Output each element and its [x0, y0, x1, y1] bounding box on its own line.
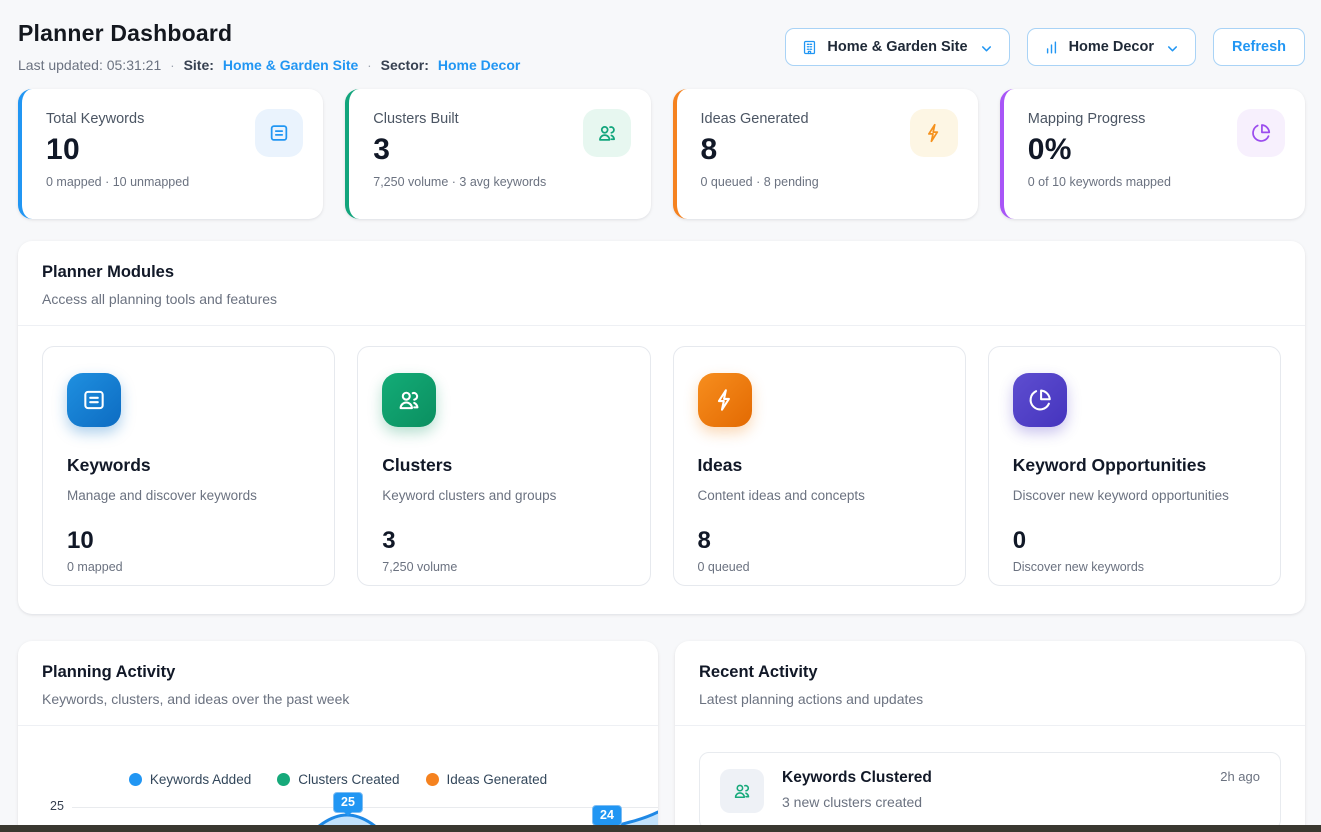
planner-modules-panel: Planner Modules Access all planning tool…	[18, 241, 1305, 614]
modules-subtitle: Access all planning tools and features	[42, 291, 1281, 307]
recent-activity-subtitle: Latest planning actions and updates	[699, 691, 1281, 707]
building-icon	[801, 39, 818, 56]
lightning-icon	[910, 109, 958, 157]
module-value: 0	[1013, 527, 1256, 555]
legend-dot-icon	[277, 773, 290, 786]
site-dropdown[interactable]: Home & Garden Site	[785, 28, 1009, 66]
module-card-keyword-opportunities[interactable]: Keyword Opportunities Discover new keywo…	[988, 346, 1281, 586]
stat-card-mapping-progress: Mapping Progress 0% 0 of 10 keywords map…	[1000, 89, 1305, 219]
stat-cards-row: Total Keywords 10 0 mapped · 10 unmapped…	[18, 89, 1305, 219]
divider	[675, 725, 1305, 726]
pie-chart-icon	[1237, 109, 1285, 157]
modules-grid: Keywords Manage and discover keywords 10…	[18, 326, 1305, 614]
header-controls: Home & Garden Site Home Decor Refresh	[785, 28, 1305, 66]
activity-item-time: 2h ago	[1220, 769, 1260, 784]
sector-dropdown-label: Home Decor	[1069, 39, 1154, 55]
activity-list-item[interactable]: Keywords Clustered 3 new clusters create…	[699, 752, 1281, 830]
planning-activity-subtitle: Keywords, clusters, and ideas over the p…	[42, 691, 634, 707]
document-lines-icon	[67, 373, 121, 427]
module-description: Discover new keyword opportunities	[1013, 488, 1256, 503]
page-header: Planner Dashboard Last updated: 05:31:21…	[18, 20, 1305, 73]
modules-title: Planner Modules	[42, 263, 1281, 282]
module-description: Keyword clusters and groups	[382, 488, 625, 503]
users-icon	[382, 373, 436, 427]
pie-chart-icon	[1013, 373, 1067, 427]
planning-activity-header: Planning Activity Keywords, clusters, an…	[18, 641, 658, 725]
module-subtext: 7,250 volume	[382, 560, 625, 574]
planning-activity-panel: Planning Activity Keywords, clusters, an…	[18, 641, 658, 832]
sector-dropdown[interactable]: Home Decor	[1027, 28, 1196, 66]
module-title: Clusters	[382, 455, 625, 476]
document-lines-icon	[255, 109, 303, 157]
sector-label: Sector:	[381, 57, 429, 73]
chevron-down-icon	[979, 40, 994, 55]
bottom-edge-strip	[0, 825, 1321, 832]
site-dropdown-label: Home & Garden Site	[827, 39, 967, 55]
page-meta: Last updated: 05:31:21 · Site: Home & Ga…	[18, 57, 520, 73]
bottom-row: Planning Activity Keywords, clusters, an…	[18, 641, 1305, 832]
planning-activity-title: Planning Activity	[42, 663, 634, 682]
legend-dot-icon	[426, 773, 439, 786]
module-card-ideas[interactable]: Ideas Content ideas and concepts 8 0 que…	[673, 346, 966, 586]
y-axis-tick: 25	[50, 799, 64, 813]
module-card-clusters[interactable]: Clusters Keyword clusters and groups 3 7…	[357, 346, 650, 586]
module-value: 10	[67, 527, 310, 555]
activity-item-text: Keywords Clustered 3 new clusters create…	[782, 769, 1202, 810]
recent-activity-title: Recent Activity	[699, 663, 1281, 682]
legend-item-clusters-created: Clusters Created	[277, 772, 399, 787]
module-value: 8	[698, 527, 941, 555]
activity-item-description: 3 new clusters created	[782, 794, 1202, 810]
legend-item-keywords-added: Keywords Added	[129, 772, 251, 787]
users-icon	[720, 769, 764, 813]
chart-legend: Keywords Added Clusters Created Ideas Ge…	[18, 772, 658, 787]
stat-subtext: 0 of 10 keywords mapped	[1028, 175, 1283, 189]
meta-separator: ·	[170, 58, 174, 73]
lightning-icon	[698, 373, 752, 427]
module-description: Manage and discover keywords	[67, 488, 310, 503]
meta-separator: ·	[367, 58, 371, 73]
stat-subtext: 0 mapped · 10 unmapped	[46, 175, 301, 189]
chevron-down-icon	[1165, 40, 1180, 55]
bar-chart-icon	[1043, 39, 1060, 56]
recent-activity-header: Recent Activity Latest planning actions …	[675, 641, 1305, 725]
chart-gridline	[72, 807, 658, 808]
stat-subtext: 7,250 volume · 3 avg keywords	[373, 175, 628, 189]
module-title: Ideas	[698, 455, 941, 476]
stat-card-total-keywords: Total Keywords 10 0 mapped · 10 unmapped	[18, 89, 323, 219]
legend-label: Ideas Generated	[447, 772, 548, 787]
module-subtext: 0 mapped	[67, 560, 310, 574]
legend-dot-icon	[129, 773, 142, 786]
stat-card-clusters-built: Clusters Built 3 7,250 volume · 3 avg ke…	[345, 89, 650, 219]
users-icon	[583, 109, 631, 157]
legend-label: Keywords Added	[150, 772, 251, 787]
module-title: Keywords	[67, 455, 310, 476]
data-label-badge: 24	[592, 805, 622, 826]
dashboard-page: Planner Dashboard Last updated: 05:31:21…	[0, 0, 1321, 832]
module-subtext: 0 queued	[698, 560, 941, 574]
module-subtext: Discover new keywords	[1013, 560, 1256, 574]
activity-item-title: Keywords Clustered	[782, 769, 1202, 787]
module-title: Keyword Opportunities	[1013, 455, 1256, 476]
header-titles: Planner Dashboard Last updated: 05:31:21…	[18, 20, 520, 73]
refresh-button-label: Refresh	[1232, 39, 1286, 55]
legend-item-ideas-generated: Ideas Generated	[426, 772, 548, 787]
site-link[interactable]: Home & Garden Site	[223, 57, 358, 73]
module-value: 3	[382, 527, 625, 555]
divider	[18, 725, 658, 726]
sector-link[interactable]: Home Decor	[438, 57, 520, 73]
recent-activity-panel: Recent Activity Latest planning actions …	[675, 641, 1305, 832]
site-label: Site:	[184, 57, 214, 73]
legend-label: Clusters Created	[298, 772, 399, 787]
stat-subtext: 0 queued · 8 pending	[701, 175, 956, 189]
stat-card-ideas-generated: Ideas Generated 8 0 queued · 8 pending	[673, 89, 978, 219]
page-title: Planner Dashboard	[18, 20, 520, 47]
modules-header: Planner Modules Access all planning tool…	[18, 241, 1305, 325]
data-label-badge: 25	[333, 792, 363, 813]
refresh-button[interactable]: Refresh	[1213, 28, 1305, 66]
module-card-keywords[interactable]: Keywords Manage and discover keywords 10…	[42, 346, 335, 586]
module-description: Content ideas and concepts	[698, 488, 941, 503]
last-updated-text: Last updated: 05:31:21	[18, 57, 161, 73]
